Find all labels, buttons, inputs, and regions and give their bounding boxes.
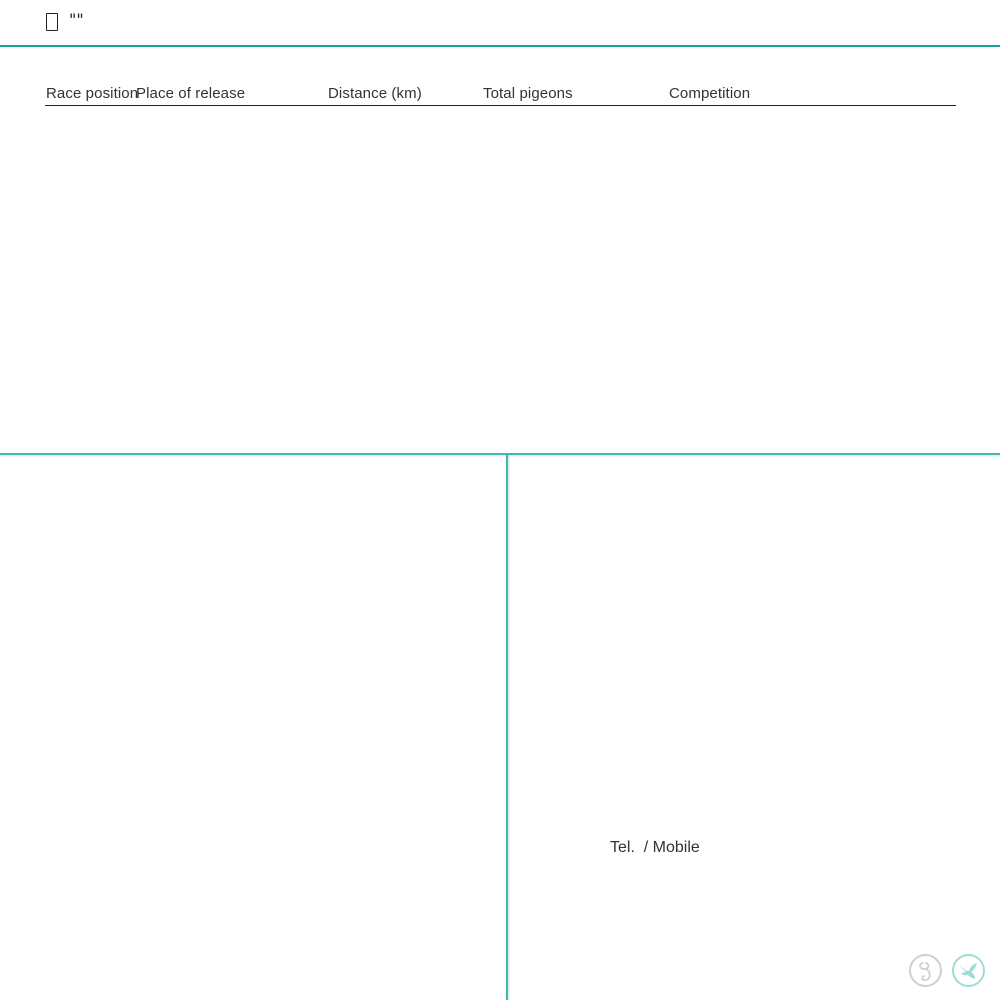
race-results-table: Race position Place of release Distance …: [45, 84, 956, 106]
page-title: "": [69, 10, 84, 29]
horizontal-divider: [0, 453, 1000, 455]
contact-label: Tel. / Mobile: [610, 839, 700, 856]
table-header-row: Race position Place of release Distance …: [45, 84, 956, 106]
column-header-place-of-release[interactable]: Place of release: [136, 85, 245, 103]
column-header-competition[interactable]: Competition: [669, 85, 750, 103]
logo-circle-icon[interactable]: [909, 954, 942, 987]
pigeon-icon[interactable]: [952, 954, 985, 987]
vertical-divider: [506, 455, 508, 1000]
column-header-race-position[interactable]: Race position: [46, 85, 138, 103]
column-header-distance[interactable]: Distance (km): [328, 85, 422, 103]
header: "": [0, 0, 1000, 47]
column-header-total-pigeons[interactable]: Total pigeons: [483, 85, 573, 103]
document-icon: [46, 13, 58, 31]
page: "" Race position Place of release Distan…: [0, 0, 1000, 1000]
